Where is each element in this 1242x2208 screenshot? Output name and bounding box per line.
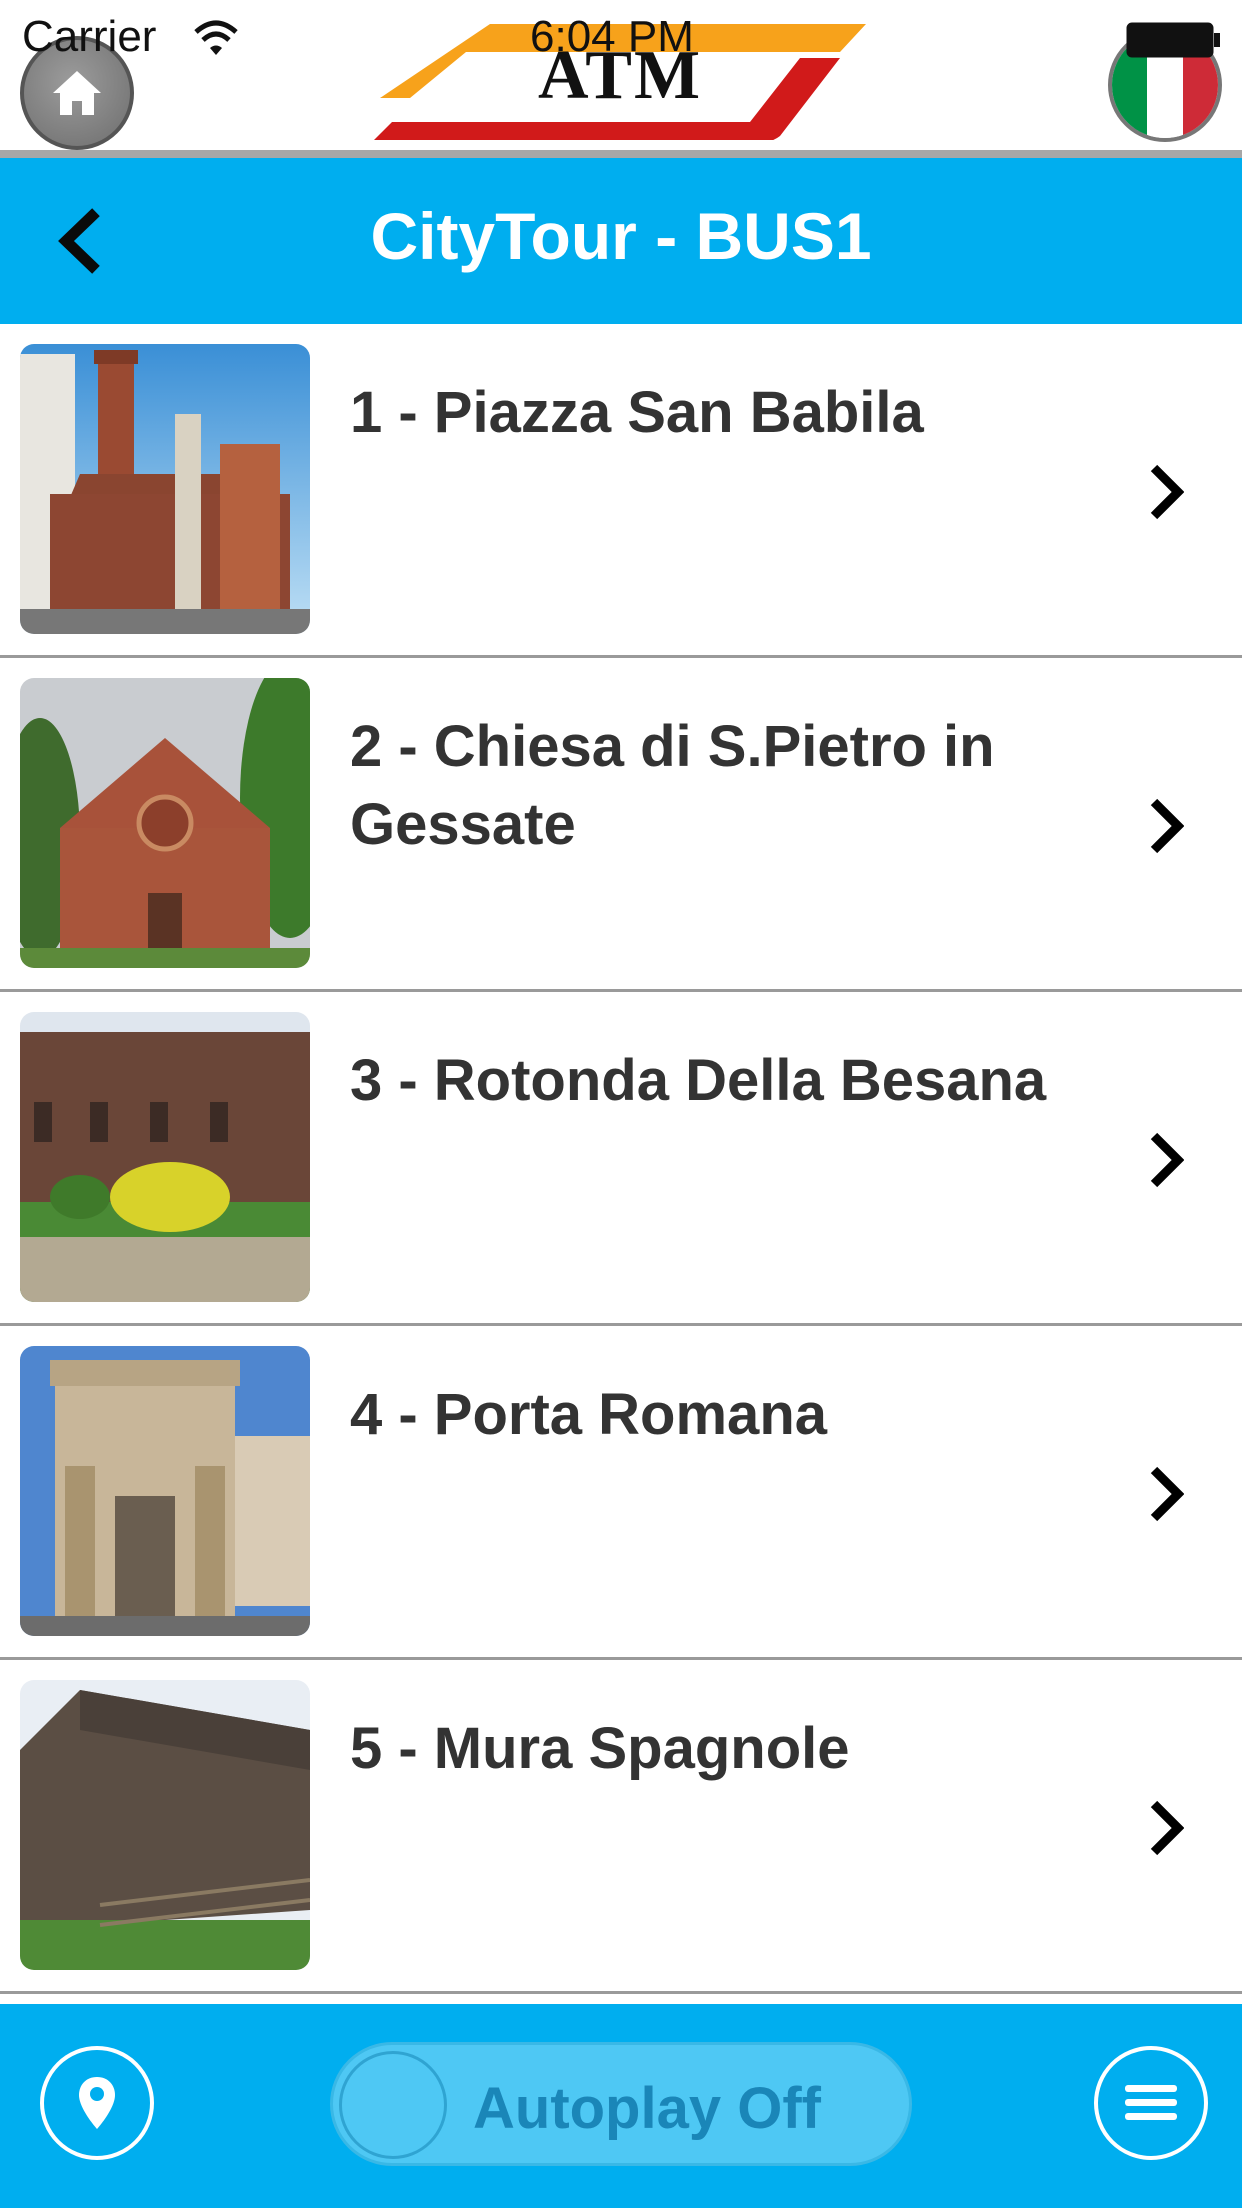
status-carrier: Carrier	[22, 12, 157, 61]
stop-photo-san-pietro	[20, 678, 310, 968]
chevron-right-icon	[1150, 464, 1184, 520]
menu-icon	[1125, 2085, 1177, 2120]
list-item-stop-1[interactable]: 1 - Piazza San Babila	[0, 324, 1242, 658]
list-item-stop-3[interactable]: 3 - Rotonda Della Besana	[0, 992, 1242, 1326]
stop-photo-porta-romana	[20, 1346, 310, 1636]
autoplay-label: Autoplay Off	[473, 2076, 821, 2141]
list-item-stop-2[interactable]: 2 - Chiesa di S.Pietro in Gessate	[0, 658, 1242, 992]
autoplay-toggle[interactable]: Autoplay Off	[330, 2042, 912, 2166]
stop-title: 2 - Chiesa di S.Pietro in Gessate	[350, 714, 995, 857]
page-title: CityTour - BUS1	[370, 199, 872, 273]
wifi-icon	[194, 20, 238, 55]
stop-title: 4 - Porta Romana	[350, 1382, 827, 1447]
home-icon	[53, 71, 101, 115]
stop-title: 3 - Rotonda Della Besana	[350, 1048, 1047, 1113]
nav-header: CityTour - BUS1	[0, 158, 1242, 324]
top-bar: Carrier ATM 6:04 PM	[0, 0, 1242, 158]
stop-title: 5 - Mura Spagnole	[350, 1716, 850, 1781]
chevron-right-icon	[1150, 1466, 1184, 1522]
menu-button[interactable]	[1094, 2046, 1208, 2160]
toggle-knob[interactable]	[339, 2051, 447, 2159]
list-item-stop-5[interactable]: 5 - Mura Spagnole	[0, 1660, 1242, 1994]
battery-icon	[1126, 22, 1220, 58]
list-item-stop-4[interactable]: 4 - Porta Romana	[0, 1326, 1242, 1660]
bottom-toolbar: Autoplay Off	[0, 2004, 1242, 2208]
stop-photo-mura-spagnole	[20, 1680, 310, 1970]
stop-photo-besana	[20, 1012, 310, 1302]
map-button[interactable]	[40, 2046, 154, 2160]
stop-title: 1 - Piazza San Babila	[350, 380, 924, 445]
map-pin-icon	[79, 2077, 115, 2129]
stop-list: 1 - Piazza San Babila 2 - Chiesa di S.Pi…	[0, 324, 1242, 1994]
status-time: 6:04 PM	[530, 12, 694, 61]
chevron-right-icon	[1150, 798, 1184, 854]
stop-photo-san-babila	[20, 344, 310, 634]
chevron-right-icon	[1150, 1132, 1184, 1188]
chevron-right-icon	[1150, 1800, 1184, 1856]
